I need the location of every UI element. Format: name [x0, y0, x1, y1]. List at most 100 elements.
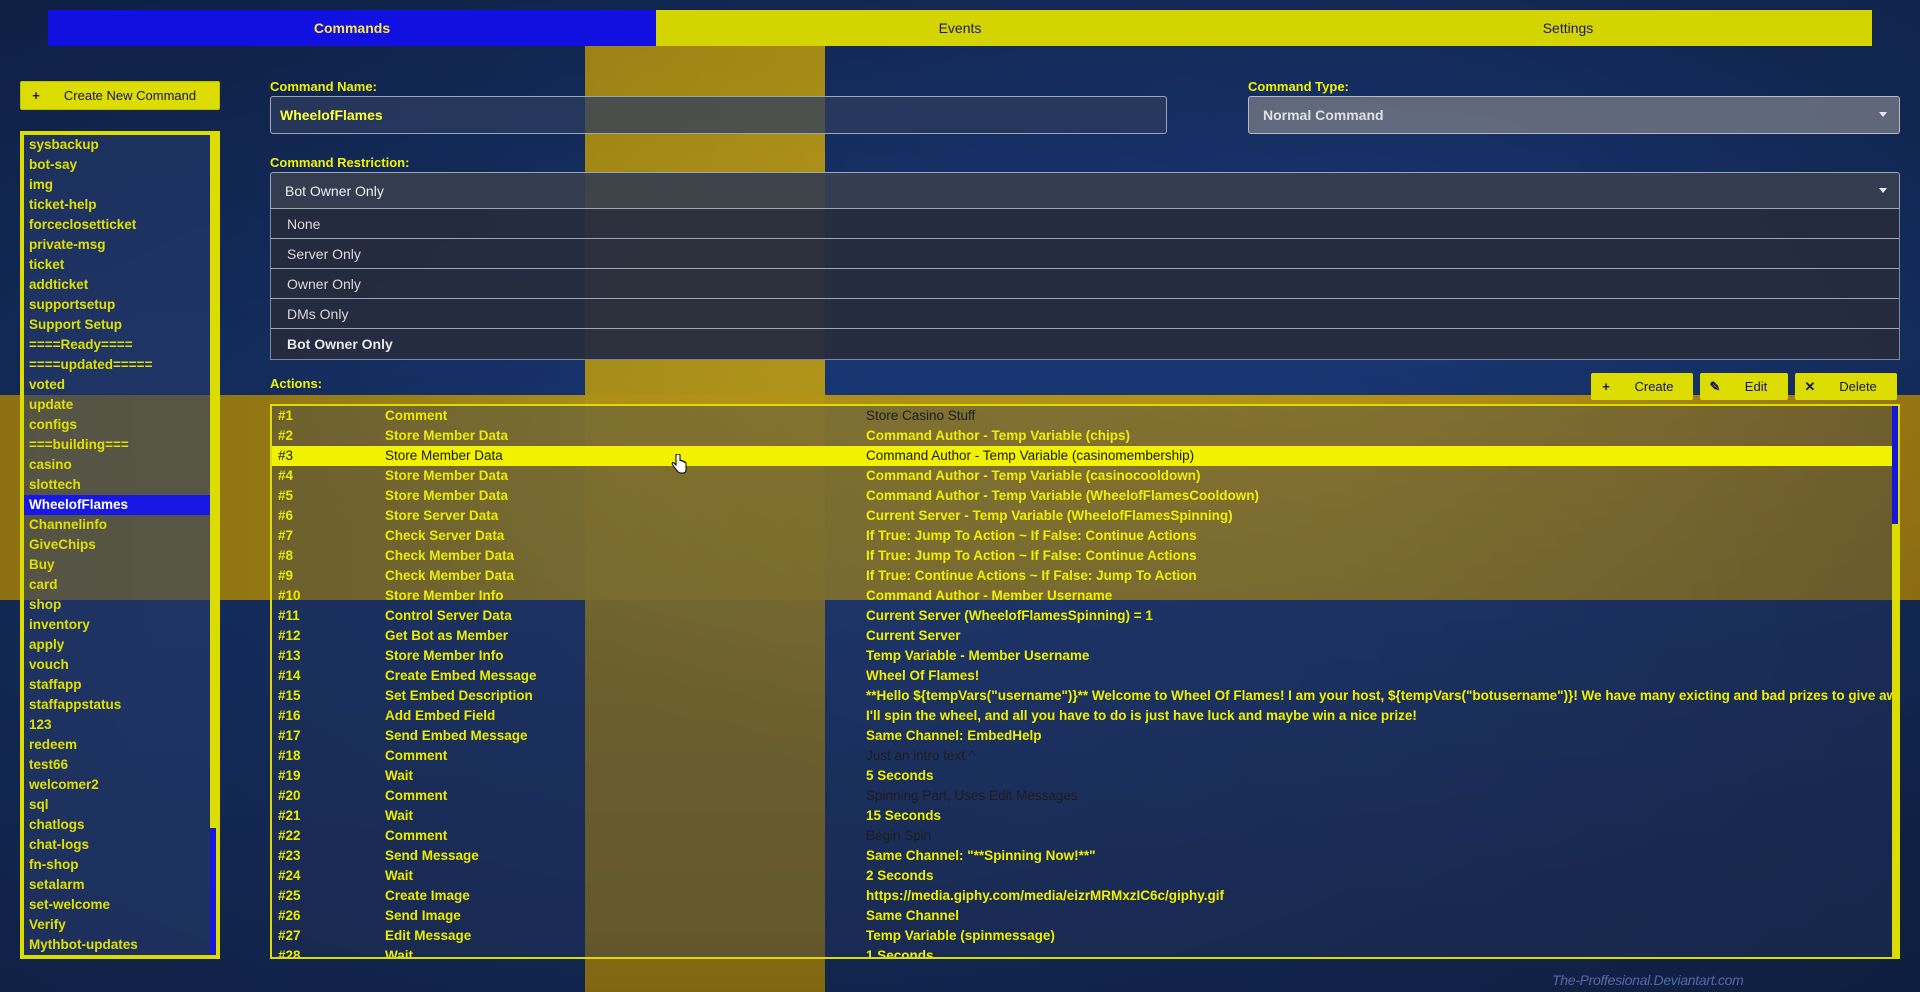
action-detail: Temp Variable (spinmessage)	[866, 928, 1055, 943]
action-row[interactable]: #21 Wait 15 Seconds	[272, 806, 1892, 826]
command-list-item[interactable]: ticket	[24, 255, 210, 275]
action-row[interactable]: #11 Control Server Data Current Server (Wh…	[272, 606, 1892, 626]
command-list-item[interactable]: Mythbot-updates	[24, 935, 210, 955]
action-row[interactable]: #19 Wait 5 Seconds	[272, 766, 1892, 786]
action-row[interactable]: #8 Check Member Data If True: Jump To Acti…	[272, 546, 1892, 566]
command-list-item[interactable]: GiveChips	[24, 535, 210, 555]
command-list-item[interactable]: test66	[24, 755, 210, 775]
action-detail: Temp Variable - Member Username	[866, 648, 1090, 663]
action-row[interactable]: #2 Store Member Data Command Author - Temp…	[272, 426, 1892, 446]
command-list-item[interactable]: vouch	[24, 655, 210, 675]
action-row[interactable]: #24 Wait 2 Seconds	[272, 866, 1892, 886]
action-number: #8	[278, 548, 294, 563]
command-list-item[interactable]: ===building===	[24, 435, 210, 455]
command-restriction-select[interactable]: Bot Owner Only	[270, 172, 1900, 209]
action-row[interactable]: #5 Store Member Data Command Author - Temp…	[272, 486, 1892, 506]
actions-scroll-thumb[interactable]	[1892, 406, 1898, 524]
action-row[interactable]: #22 Comment Begin Spin	[272, 826, 1892, 846]
action-name: Store Server Data	[385, 508, 499, 523]
action-number: #14	[278, 668, 301, 683]
command-list-item[interactable]: sysbackup	[24, 135, 210, 155]
command-list-item[interactable]: WheelofFlames	[24, 495, 210, 515]
command-list-item[interactable]: update	[24, 395, 210, 415]
action-row[interactable]: #15 Set Embed Description **Hello ${tempVa…	[272, 686, 1892, 706]
create-new-command-button[interactable]: + Create New Command	[20, 81, 220, 110]
restriction-option-server-only[interactable]: Server Only	[271, 239, 1899, 269]
action-row[interactable]: #6 Store Server Data Current Server - Temp…	[272, 506, 1892, 526]
action-row[interactable]: #28 Wait 1 Seconds	[272, 946, 1892, 957]
action-name: Store Member Data	[385, 468, 509, 483]
action-row[interactable]: #14 Create Embed Message Wheel Of Flames!	[272, 666, 1892, 686]
command-list-item[interactable]: Buy	[24, 555, 210, 575]
action-row[interactable]: #13 Store Member Info Temp Variable - Memb…	[272, 646, 1892, 666]
action-name: Store Member Data	[385, 448, 503, 463]
command-list-item[interactable]: ====updated=====	[24, 355, 210, 375]
command-type-select[interactable]: Normal Command	[1248, 96, 1900, 134]
command-list-item[interactable]: inventory	[24, 615, 210, 635]
action-row[interactable]: #16 Add Embed Field I'll spin the wheel, a…	[272, 706, 1892, 726]
command-list-item[interactable]: 123	[24, 715, 210, 735]
restriction-option-owner-only[interactable]: Owner Only	[271, 269, 1899, 299]
command-list-item[interactable]: slottech	[24, 475, 210, 495]
command-list-item[interactable]: chat-logs	[24, 835, 210, 855]
command-list-item[interactable]: bot-say	[24, 155, 210, 175]
command-list-item[interactable]: shop	[24, 595, 210, 615]
action-row[interactable]: #26 Send Image Same Channel	[272, 906, 1892, 926]
action-detail: Command Author - Member Username	[866, 588, 1113, 603]
command-name-input[interactable]: WheelofFlames	[270, 96, 1167, 134]
action-row[interactable]: #17 Send Embed Message Same Channel: Embed…	[272, 726, 1892, 746]
command-list-item[interactable]: redeem	[24, 735, 210, 755]
action-row[interactable]: #27 Edit Message Temp Variable (spinmessag…	[272, 926, 1892, 946]
command-list-item[interactable]: ====Ready====	[24, 335, 210, 355]
command-list-item[interactable]: casino	[24, 455, 210, 475]
action-name: Store Member Info	[385, 588, 504, 603]
edit-action-button[interactable]: ✎ Edit	[1700, 373, 1788, 400]
action-row[interactable]: #12 Get Bot as Member Current Server	[272, 626, 1892, 646]
command-list-item[interactable]: ticket-help	[24, 195, 210, 215]
actions-list[interactable]: #1 Comment Store Casino Stuff #2 Store Membe…	[270, 404, 1900, 959]
command-list-item[interactable]: chatlogs	[24, 815, 210, 835]
tab-events[interactable]: Events	[656, 10, 1264, 46]
command-list-item[interactable]: Verify	[24, 915, 210, 935]
restriction-option-none[interactable]: None	[271, 209, 1899, 239]
command-list-item[interactable]: private-msg	[24, 235, 210, 255]
tab-commands[interactable]: Commands	[48, 10, 656, 46]
command-list-item[interactable]: fn-shop	[24, 855, 210, 875]
action-row[interactable]: #18 Comment Just an intro text ^	[272, 746, 1892, 766]
action-row[interactable]: #3 Store Member Data Command Author - Temp…	[272, 446, 1892, 466]
command-list-item[interactable]: configs	[24, 415, 210, 435]
action-detail: 15 Seconds	[866, 808, 942, 823]
tab-settings[interactable]: Settings	[1264, 10, 1872, 46]
command-list-item[interactable]: voted	[24, 375, 210, 395]
command-list-item[interactable]: Channelinfo	[24, 515, 210, 535]
action-row[interactable]: #23 Send Message Same Channel: "**Spinning…	[272, 846, 1892, 866]
command-list-item[interactable]: addticket	[24, 275, 210, 295]
action-row[interactable]: #10 Store Member Info Command Author - Mem…	[272, 586, 1892, 606]
restriction-option-dms-only[interactable]: DMs Only	[271, 299, 1899, 329]
create-action-button[interactable]: + Create	[1591, 373, 1693, 400]
command-list-item[interactable]: staffapp	[24, 675, 210, 695]
delete-action-button[interactable]: ✕ Delete	[1795, 373, 1897, 400]
restriction-option-bot-owner-only[interactable]: Bot Owner Only	[271, 329, 1899, 359]
command-list[interactable]: sysbackup bot-say img ticket-help forceclose…	[20, 131, 220, 959]
action-row[interactable]: #7 Check Server Data If True: Jump To Acti…	[272, 526, 1892, 546]
command-list-item[interactable]: img	[24, 175, 210, 195]
action-row[interactable]: #20 Comment Spinning Part, Uses Edit Messa…	[272, 786, 1892, 806]
command-list-item[interactable]: supportsetup	[24, 295, 210, 315]
action-row[interactable]: #1 Comment Store Casino Stuff	[272, 406, 1892, 426]
command-list-item[interactable]: sql	[24, 795, 210, 815]
action-row[interactable]: #4 Store Member Data Command Author - Temp…	[272, 466, 1892, 486]
command-list-item[interactable]: setalarm	[24, 875, 210, 895]
action-row[interactable]: #25 Create Image https://media.giphy.com/m…	[272, 886, 1892, 906]
command-list-item[interactable]: apply	[24, 635, 210, 655]
command-list-item[interactable]: Support Setup	[24, 315, 210, 335]
action-row[interactable]: #9 Check Member Data If True: Continue Act…	[272, 566, 1892, 586]
action-number: #26	[278, 908, 301, 923]
command-list-item[interactable]: card	[24, 575, 210, 595]
command-list-scroll-thumb[interactable]	[210, 828, 216, 955]
command-list-item[interactable]: forceclosetticket	[24, 215, 210, 235]
action-number: #22	[278, 828, 301, 843]
command-list-item[interactable]: welcomer2	[24, 775, 210, 795]
command-list-item[interactable]: staffappstatus	[24, 695, 210, 715]
command-list-item[interactable]: set-welcome	[24, 895, 210, 915]
